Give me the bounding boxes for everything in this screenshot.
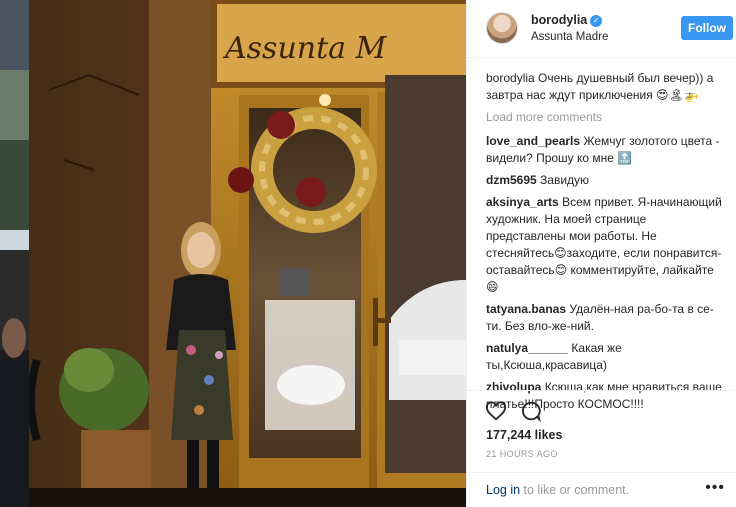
caption-username[interactable]: borodylia (486, 71, 535, 85)
comment-icon[interactable] (520, 400, 542, 423)
post-location[interactable]: Assunta Madre (531, 31, 608, 43)
comment: tatyana.banas Удалён-ная ра-бо-та в се-т… (486, 301, 726, 335)
likes-count[interactable]: 177,244 likes (486, 428, 562, 442)
post-timestamp[interactable]: 21 HOURS AGO (486, 449, 558, 459)
comment: natulya______ Какая же ты,Ксюша,красавиц… (486, 340, 726, 374)
comments-list: borodylia Очень душевный был вечер)) а з… (486, 70, 726, 418)
action-icons (485, 400, 552, 423)
post-sidebar: borodylia ✓ Assunta Madre Follow borodyli… (466, 0, 736, 507)
post-username[interactable]: borodylia ✓ (531, 13, 603, 27)
background-strip (0, 0, 29, 507)
comment-text: Завидую (540, 173, 590, 187)
avatar[interactable] (486, 12, 518, 44)
comment: aksinya_arts Всем привет. Я-начинающий х… (486, 194, 726, 296)
login-link[interactable]: Log in (486, 483, 520, 497)
follow-button[interactable]: Follow (681, 16, 733, 40)
login-row: Log in to like or comment. ••• (467, 472, 736, 507)
post-actions: 177,244 likes 21 HOURS AGO Log in to lik… (467, 390, 736, 507)
comment-text: Всем привет. Я-начинающий художник. На м… (486, 195, 722, 294)
login-prompt: Log in to like or comment. (486, 483, 630, 497)
comment-username[interactable]: natulya______ (486, 341, 568, 355)
comment-username[interactable]: tatyana.banas (486, 302, 566, 316)
post-photo[interactable]: Assunta M (29, 0, 466, 507)
restaurant-sign: Assunta M (222, 31, 388, 66)
comment-username[interactable]: dzm5695 (486, 173, 537, 187)
load-more-comments-link[interactable]: Load more comments (486, 109, 726, 126)
heart-icon[interactable] (485, 400, 507, 422)
more-options-icon[interactable]: ••• (705, 479, 725, 497)
post-caption: borodylia Очень душевный был вечер)) а з… (486, 70, 726, 104)
comment-username[interactable]: aksinya_arts (486, 195, 559, 209)
verified-icon: ✓ (590, 14, 603, 27)
post-header: borodylia ✓ Assunta Madre Follow (467, 0, 736, 58)
comment-username[interactable]: love_and_pearls (486, 134, 580, 148)
comment: dzm5695 Завидую (486, 172, 726, 189)
comment: love_and_pearls Жемчуг золотого цвета - … (486, 133, 726, 167)
